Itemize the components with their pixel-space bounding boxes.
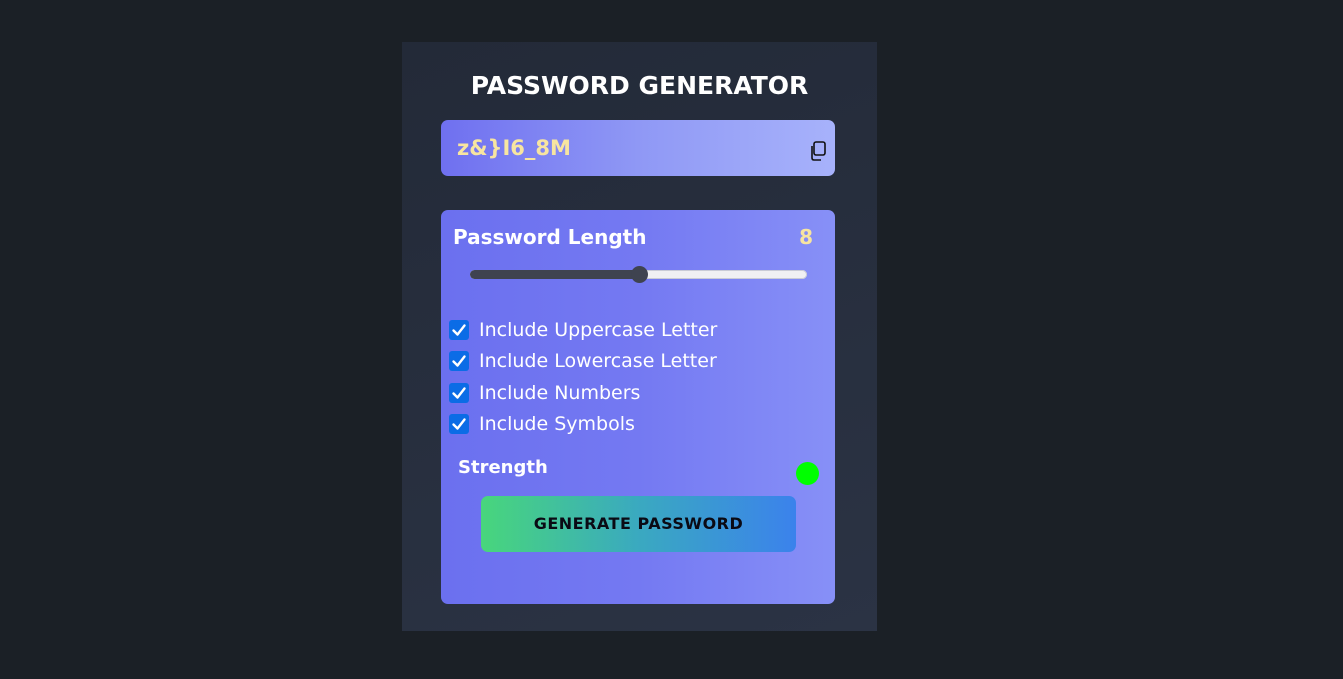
uppercase-label: Include Uppercase Letter bbox=[479, 318, 718, 341]
option-numbers[interactable]: Include Numbers bbox=[449, 377, 809, 409]
symbols-checkbox[interactable] bbox=[449, 414, 469, 435]
password-length-label: Password Length bbox=[453, 225, 647, 249]
length-slider-thumb[interactable] bbox=[630, 266, 648, 283]
strength-indicator bbox=[796, 462, 819, 485]
page-title: PASSWORD GENERATOR bbox=[470, 71, 809, 100]
lowercase-label: Include Lowercase Letter bbox=[479, 350, 717, 373]
generate-password-button[interactable]: GENERATE PASSWORD bbox=[481, 496, 796, 552]
password-length-value: 8 bbox=[799, 225, 813, 249]
symbols-label: Include Symbols bbox=[479, 413, 635, 436]
option-lowercase[interactable]: Include Lowercase Letter bbox=[449, 346, 809, 378]
length-slider-fill bbox=[470, 270, 639, 279]
copy-icon[interactable] bbox=[809, 141, 827, 161]
options-list: Include Uppercase Letter Include Lowerca… bbox=[449, 314, 809, 440]
password-text: z&}I6_8M bbox=[457, 136, 571, 160]
uppercase-checkbox[interactable] bbox=[449, 319, 469, 340]
lowercase-checkbox[interactable] bbox=[449, 351, 469, 372]
option-uppercase[interactable]: Include Uppercase Letter bbox=[449, 314, 809, 346]
strength-label: Strength bbox=[458, 457, 548, 478]
option-symbols[interactable]: Include Symbols bbox=[449, 409, 809, 441]
password-generator-app: PASSWORD GENERATOR z&}I6_8M Password Len… bbox=[402, 42, 877, 631]
length-slider[interactable] bbox=[470, 266, 807, 283]
numbers-checkbox[interactable] bbox=[449, 382, 469, 403]
numbers-label: Include Numbers bbox=[479, 381, 641, 404]
settings-panel: Password Length 8 Include Uppercase Lett… bbox=[441, 210, 835, 604]
password-display: z&}I6_8M bbox=[441, 120, 835, 176]
